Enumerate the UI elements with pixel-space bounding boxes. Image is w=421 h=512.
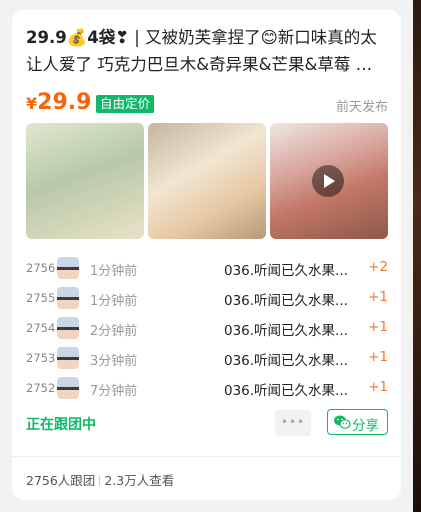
order-count: +2 <box>368 259 388 275</box>
background-edge <box>413 0 421 512</box>
order-time: 1分钟前 <box>90 264 138 279</box>
order-count: +1 <box>368 289 388 305</box>
order-row[interactable]: 2752 7分钟前 036.听闻已久水果... +1 <box>26 374 388 404</box>
price-row: ¥29.9 自由定价 前天发布 <box>26 90 388 118</box>
price: ¥29.9 <box>26 90 91 115</box>
title-prefix: 29.9💰4袋❣ <box>26 28 130 47</box>
share-button[interactable]: 分享 <box>327 409 388 435</box>
order-product: 036.听闻已久水果... <box>224 293 348 309</box>
product-image-1[interactable] <box>26 123 144 239</box>
order-product: 036.听闻已久水果... <box>224 353 348 369</box>
media-gallery <box>26 123 388 239</box>
price-value: 29.9 <box>37 90 92 115</box>
price-currency: ¥ <box>26 94 38 113</box>
share-label: 分享 <box>352 418 379 434</box>
order-number: 2752 <box>26 381 56 395</box>
pricing-tag: 自由定价 <box>96 95 155 113</box>
publish-time: 前天发布 <box>335 100 388 115</box>
group-stats: 2756人跟团 2.3万人查看 <box>26 470 174 489</box>
group-buy-card[interactable]: 29.9💰4袋❣ | 又被奶芙拿捏了😊新口味真的太让人爱了 巧克力巴旦木&奇异果… <box>12 10 401 500</box>
order-product: 036.听闻已久水果... <box>224 323 348 339</box>
avatar <box>57 287 79 309</box>
order-time: 2分钟前 <box>90 324 138 339</box>
order-count: +1 <box>368 379 388 395</box>
post-title[interactable]: 29.9💰4袋❣ | 又被奶芙拿捏了😊新口味真的太让人爱了 巧克力巴旦木&奇异果… <box>26 24 388 78</box>
order-count: +1 <box>368 349 388 365</box>
order-number: 2756 <box>26 261 56 275</box>
product-image-2[interactable] <box>148 123 266 239</box>
order-product: 036.听闻已久水果... <box>224 263 348 279</box>
avatar <box>57 377 79 399</box>
product-video[interactable] <box>270 123 388 239</box>
order-time: 7分钟前 <box>90 384 138 399</box>
order-time: 1分钟前 <box>90 294 138 309</box>
order-count: +1 <box>368 319 388 335</box>
order-number: 2754 <box>26 321 56 335</box>
avatar <box>57 257 79 279</box>
order-row[interactable]: 2756 1分钟前 036.听闻已久水果... +2 <box>26 254 388 284</box>
joined-count: 2756人跟团 <box>26 473 96 488</box>
play-icon[interactable] <box>312 165 344 197</box>
order-row[interactable]: 2755 1分钟前 036.听闻已久水果... +1 <box>26 284 388 314</box>
order-time: 3分钟前 <box>90 354 138 369</box>
stats-separator <box>99 476 101 486</box>
order-product: 036.听闻已久水果... <box>224 383 348 399</box>
order-number: 2755 <box>26 291 56 305</box>
avatar <box>57 347 79 369</box>
divider <box>12 456 401 457</box>
wechat-icon <box>334 415 351 429</box>
order-row[interactable]: 2754 2分钟前 036.听闻已久水果... +1 <box>26 314 388 344</box>
order-row[interactable]: 2753 3分钟前 036.听闻已久水果... +1 <box>26 344 388 374</box>
order-list: 2756 1分钟前 036.听闻已久水果... +2 2755 1分钟前 036… <box>26 254 388 404</box>
group-status: 正在跟团中 <box>26 417 96 433</box>
view-count: 2.3万人查看 <box>104 473 175 488</box>
more-button[interactable]: ••• <box>275 410 311 436</box>
order-number: 2753 <box>26 351 56 365</box>
avatar <box>57 317 79 339</box>
